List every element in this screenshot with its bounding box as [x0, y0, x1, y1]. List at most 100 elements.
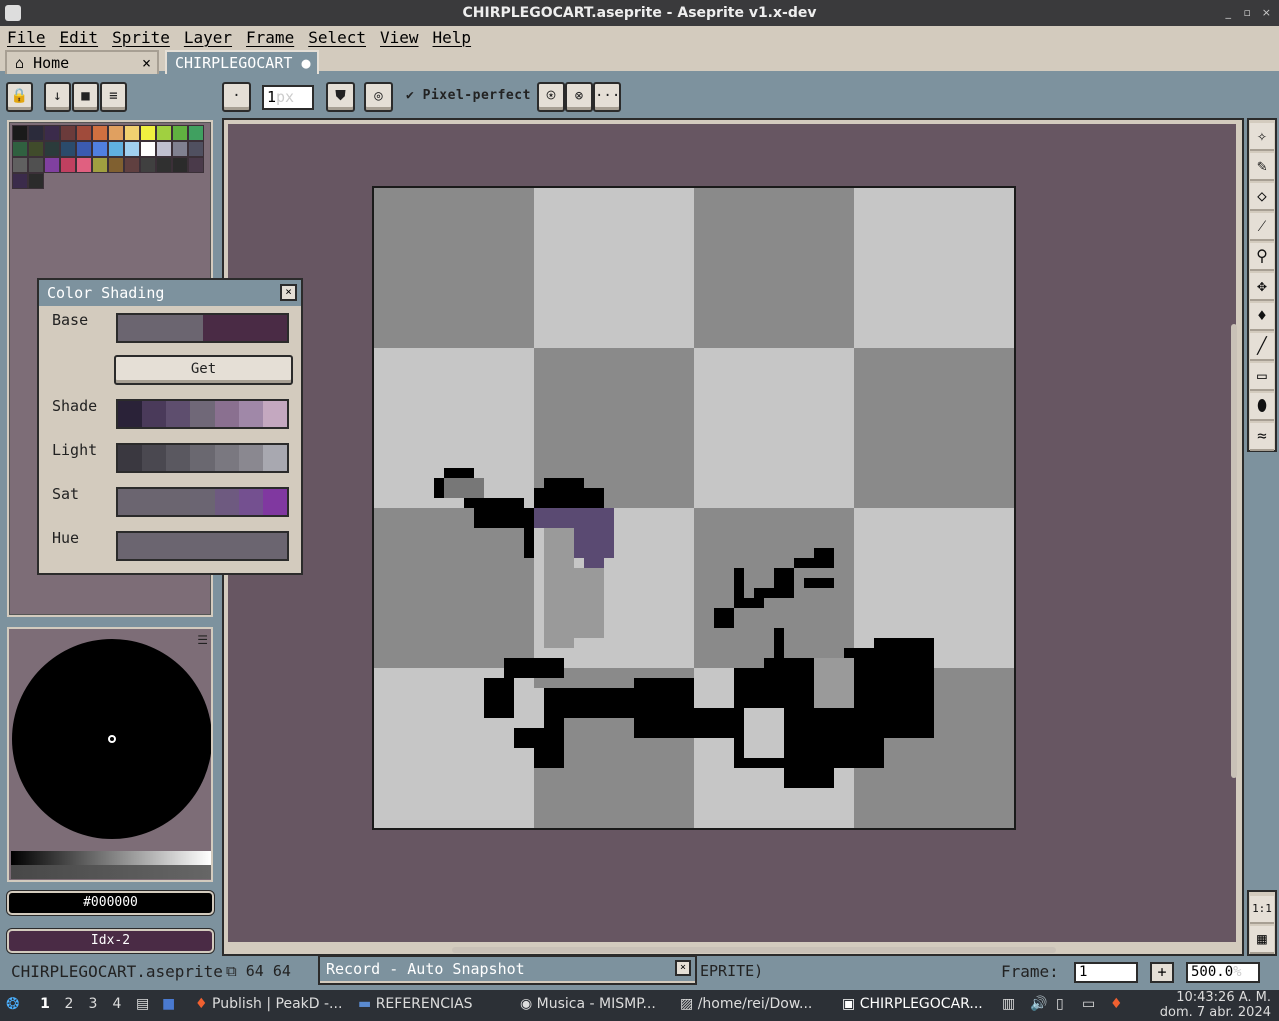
- sat-swatch[interactable]: [190, 489, 215, 515]
- palette-swatch[interactable]: [124, 157, 140, 173]
- pencil-tool-icon[interactable]: ✎: [1250, 153, 1274, 181]
- tab-home-close-icon[interactable]: ×: [142, 52, 151, 74]
- sat-swatch[interactable]: [214, 489, 239, 515]
- zoom-1-1-button[interactable]: 1:1: [1250, 896, 1274, 924]
- palette-swatch[interactable]: [188, 141, 204, 157]
- palette-swatch[interactable]: [124, 125, 140, 141]
- menu-select[interactable]: Select: [301, 28, 373, 47]
- palette-swatch[interactable]: [28, 125, 44, 141]
- palette-swatch[interactable]: [12, 141, 28, 157]
- taskbar-item-aseprite[interactable]: ▣ CHIRPLEGOCAR...: [842, 996, 983, 1012]
- hue-swatch[interactable]: [238, 533, 263, 559]
- hue-swatch[interactable]: [214, 533, 239, 559]
- ink-icon[interactable]: ⛊: [326, 82, 355, 112]
- tab-document[interactable]: CHIRPLEGOCART ●: [165, 50, 319, 74]
- more-options-button[interactable]: ···: [593, 82, 621, 112]
- stop-square-icon[interactable]: ■: [72, 82, 99, 112]
- palette-swatch[interactable]: [140, 141, 156, 157]
- base-swatch[interactable]: [118, 315, 203, 341]
- menu-view[interactable]: View: [373, 28, 426, 47]
- menu-help[interactable]: Help: [426, 28, 479, 47]
- minimize-button[interactable]: _: [1226, 0, 1232, 26]
- sprite-canvas[interactable]: [372, 186, 1016, 830]
- palette-swatch[interactable]: [140, 125, 156, 141]
- light-swatch[interactable]: [142, 445, 167, 471]
- pixel-perfect-checkbox[interactable]: ✔ Pixel-perfect: [406, 88, 531, 103]
- dynamics-icon[interactable]: ◎: [364, 82, 393, 112]
- files-icon[interactable]: ▤: [136, 996, 149, 1012]
- zoom-tool-icon[interactable]: ⚲: [1250, 243, 1274, 271]
- palette-swatch[interactable]: [156, 125, 172, 141]
- taskbar-item-file-manager[interactable]: ▨ /home/rei/Dow...: [680, 996, 812, 1012]
- hue-swatch[interactable]: [166, 533, 191, 559]
- get-button[interactable]: Get: [114, 355, 293, 385]
- taskbar-item-browser[interactable]: ♦ Publish | PeakD -...: [195, 996, 342, 1012]
- palette-swatch[interactable]: [76, 141, 92, 157]
- taskbar-item-music[interactable]: ◉ Musica - MISMP...: [520, 996, 656, 1012]
- workspace-4[interactable]: 4: [108, 996, 126, 1012]
- sat-swatch[interactable]: [166, 489, 191, 515]
- tray-volume-icon[interactable]: 🔊: [1030, 996, 1047, 1012]
- palette-grid[interactable]: [12, 125, 204, 189]
- shade-swatch[interactable]: [214, 401, 239, 427]
- vertical-scrollbar[interactable]: [1231, 324, 1237, 778]
- base-swatch[interactable]: [202, 315, 287, 341]
- palette-swatch[interactable]: [172, 141, 188, 157]
- clock[interactable]: 10:43:26 A. M. dom. 7 abr. 2024: [1160, 990, 1271, 1020]
- palette-swatch[interactable]: [12, 173, 28, 189]
- palette-swatch[interactable]: [60, 125, 76, 141]
- shade-swatch[interactable]: [190, 401, 215, 427]
- sat-swatch[interactable]: [238, 489, 263, 515]
- add-frame-button[interactable]: +: [1150, 962, 1174, 983]
- workspace-2[interactable]: 2: [60, 996, 78, 1012]
- palette-swatch[interactable]: [12, 157, 28, 173]
- hue-swatch[interactable]: [118, 533, 143, 559]
- palette-swatch[interactable]: [28, 157, 44, 173]
- palette-swatch[interactable]: [156, 141, 172, 157]
- download-arrow-icon[interactable]: ↓: [44, 82, 71, 112]
- magic-wand-tool-icon[interactable]: ✧: [1250, 123, 1274, 151]
- close-window-button[interactable]: ×: [1262, 0, 1271, 26]
- background-color-button[interactable]: Idx-2: [7, 929, 214, 953]
- palette-swatch[interactable]: [188, 157, 204, 173]
- palette-swatch[interactable]: [44, 125, 60, 141]
- palette-swatch[interactable]: [92, 157, 108, 173]
- palette-swatch[interactable]: [44, 157, 60, 173]
- eyedropper-tool-icon[interactable]: ⁄: [1250, 213, 1274, 241]
- sat-swatch[interactable]: [118, 489, 143, 515]
- contour-tool-icon[interactable]: ⬮: [1250, 393, 1274, 421]
- brush-size-input[interactable]: 1px: [262, 85, 314, 110]
- tray-printer-icon[interactable]: ▥: [1002, 996, 1015, 1012]
- line-tool-icon[interactable]: ╱: [1250, 333, 1274, 361]
- workspace-3[interactable]: 3: [84, 996, 102, 1012]
- hue-swatch[interactable]: [142, 533, 167, 559]
- maximize-button[interactable]: ▫: [1244, 0, 1251, 26]
- palette-swatch[interactable]: [76, 125, 92, 141]
- light-color-strip[interactable]: [116, 443, 289, 473]
- light-swatch[interactable]: [190, 445, 215, 471]
- hamburger-menu-icon[interactable]: ☰: [197, 633, 208, 647]
- rectangle-tool-icon[interactable]: ▭: [1250, 363, 1274, 391]
- palette-swatch[interactable]: [60, 157, 76, 173]
- desktop-icon[interactable]: ■: [162, 996, 175, 1012]
- taskbar-item-folder[interactable]: ▬ REFERENCIAS: [358, 996, 473, 1012]
- alpha-gradient-slider[interactable]: [11, 865, 211, 879]
- brush-shape-icon[interactable]: ·: [222, 82, 251, 112]
- eraser-tool-icon[interactable]: ◇: [1250, 183, 1274, 211]
- palette-swatch[interactable]: [172, 125, 188, 141]
- palette-swatch[interactable]: [156, 157, 172, 173]
- palette-swatch[interactable]: [172, 157, 188, 173]
- blur-tool-icon[interactable]: ≈: [1250, 423, 1274, 451]
- palette-swatch[interactable]: [44, 141, 60, 157]
- zoom-input[interactable]: 500.0%: [1186, 962, 1260, 983]
- shade-swatch[interactable]: [142, 401, 167, 427]
- menu-sprite[interactable]: Sprite: [105, 28, 177, 47]
- palette-swatch[interactable]: [28, 173, 44, 189]
- palette-swatch[interactable]: [12, 125, 28, 141]
- lock-icon[interactable]: 🔒: [6, 82, 33, 112]
- foreground-color-button[interactable]: #000000: [7, 891, 214, 915]
- color-wheel-picker-icon[interactable]: [108, 735, 116, 743]
- palette-swatch[interactable]: [140, 157, 156, 173]
- menu-file[interactable]: File: [0, 28, 53, 47]
- shade-swatch[interactable]: [166, 401, 191, 427]
